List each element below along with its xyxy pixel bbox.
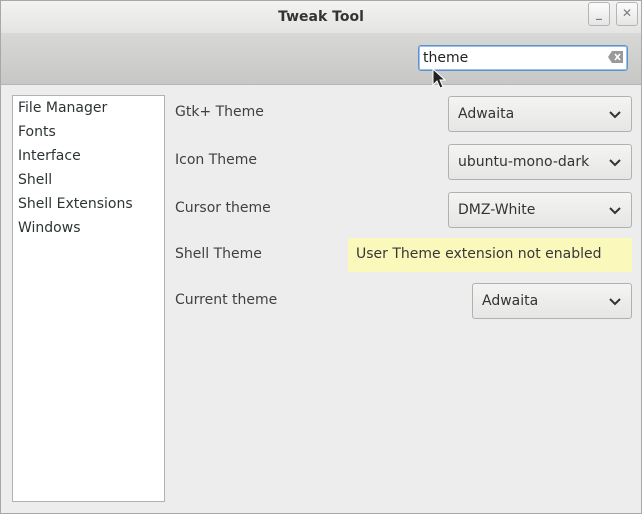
search-input[interactable]: [423, 49, 603, 67]
close-button[interactable]: ✕: [616, 2, 638, 26]
chevron-down-icon: [609, 207, 621, 215]
icon-theme-label: Icon Theme: [175, 152, 258, 168]
mouse-pointer-icon: [432, 68, 447, 89]
title-bar[interactable]: Tweak Tool _ ✕: [1, 1, 641, 34]
gtk-theme-label: Gtk+ Theme: [175, 104, 264, 120]
shell-theme-notice-text: User Theme extension not enabled: [356, 246, 602, 262]
shell-theme-notice: User Theme extension not enabled: [348, 238, 632, 272]
chevron-down-icon: [609, 111, 621, 119]
chevron-down-icon: [609, 298, 621, 306]
shell-theme-label: Shell Theme: [175, 246, 262, 262]
category-sidebar: File Manager Fonts Interface Shell Shell…: [12, 95, 165, 502]
chevron-down-icon: [609, 159, 621, 167]
cursor-theme-label: Cursor theme: [175, 200, 271, 216]
sidebar-item-windows[interactable]: Windows: [13, 216, 164, 240]
tweak-tool-window: Tweak Tool _ ✕ File Manager Fonts Interf…: [0, 0, 642, 514]
sidebar-item-shell-extensions[interactable]: Shell Extensions: [13, 192, 164, 216]
icon-theme-dropdown[interactable]: ubuntu-mono-dark: [448, 144, 632, 180]
minimize-button[interactable]: _: [588, 2, 610, 26]
cursor-theme-dropdown[interactable]: DMZ-White: [448, 192, 632, 228]
edit-clear-icon[interactable]: [608, 51, 624, 63]
current-theme-label: Current theme: [175, 292, 278, 308]
current-theme-dropdown[interactable]: Adwaita: [472, 283, 632, 319]
gtk-theme-value: Adwaita: [458, 106, 515, 122]
icon-theme-value: ubuntu-mono-dark: [458, 154, 590, 170]
sidebar-item-fonts[interactable]: Fonts: [13, 120, 164, 144]
sidebar-item-interface[interactable]: Interface: [13, 144, 164, 168]
gtk-theme-dropdown[interactable]: Adwaita: [448, 96, 632, 132]
current-theme-value: Adwaita: [482, 293, 539, 309]
sidebar-item-shell[interactable]: Shell: [13, 168, 164, 192]
window-title: Tweak Tool: [278, 9, 364, 25]
sidebar-item-file-manager[interactable]: File Manager: [13, 96, 164, 120]
search-field[interactable]: [418, 45, 628, 71]
cursor-theme-value: DMZ-White: [458, 202, 536, 218]
